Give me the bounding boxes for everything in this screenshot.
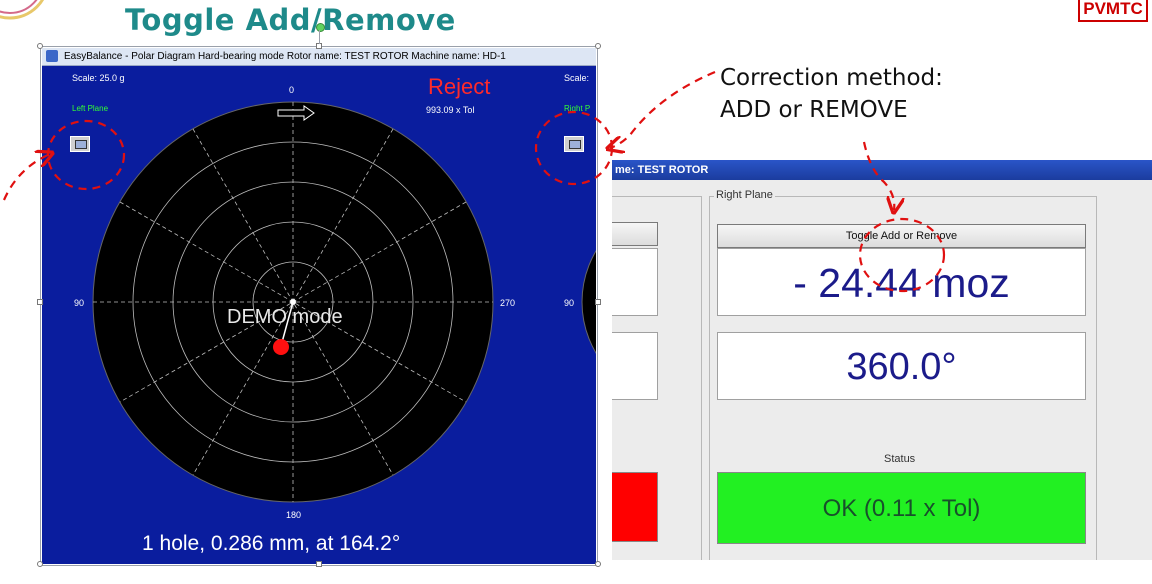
highlight-right-toggle	[534, 110, 614, 186]
annotation-overlay	[2, 70, 946, 293]
arrow-right-icon	[610, 70, 716, 148]
highlight-left-toggle	[46, 119, 126, 191]
highlight-toggle-button	[858, 217, 946, 293]
arrow-left	[2, 154, 50, 201]
arrow-toggle-button	[862, 141, 894, 210]
